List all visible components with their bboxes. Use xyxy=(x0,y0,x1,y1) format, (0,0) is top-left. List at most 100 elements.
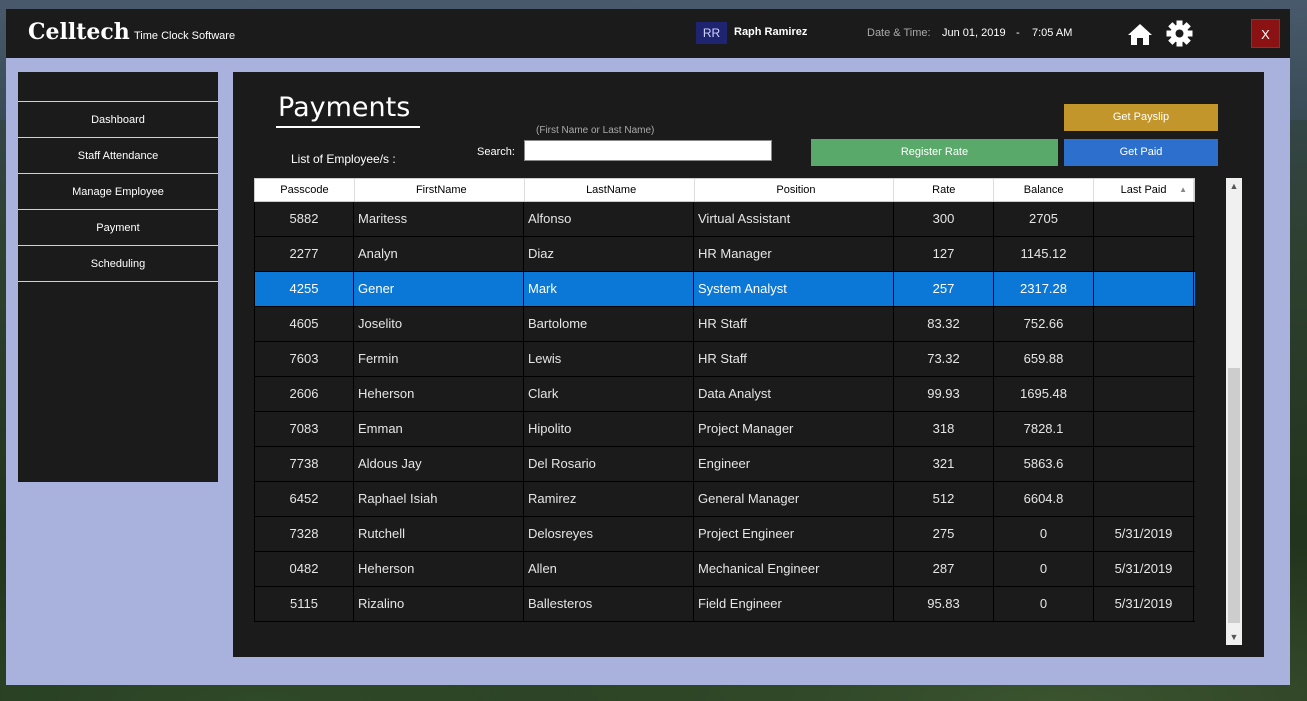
user-name: Raph Ramirez xyxy=(734,26,808,38)
cell-passcode: 2606 xyxy=(254,377,354,411)
brand-subtitle: Time Clock Software xyxy=(134,30,236,42)
cell-lastname: Alfonso xyxy=(524,202,694,236)
close-button[interactable]: X xyxy=(1251,19,1280,48)
table-row[interactable]: 7328 Rutchell Delosreyes Project Engineer 27… xyxy=(254,517,1195,552)
table-scrollbar[interactable]: ▲ ▼ xyxy=(1226,178,1242,645)
cell-position: HR Manager xyxy=(694,237,894,271)
sidebar-item-manage-employee[interactable]: Manage Employee xyxy=(18,174,218,210)
cell-lastname: Del Rosario xyxy=(524,447,694,481)
cell-last-paid xyxy=(1094,272,1194,306)
sidebar-item-dashboard[interactable]: Dashboard xyxy=(18,102,218,138)
cell-balance: 0 xyxy=(994,587,1094,621)
cell-balance: 659.88 xyxy=(994,342,1094,376)
cell-balance: 2317.28 xyxy=(994,272,1094,306)
cell-balance: 752.66 xyxy=(994,307,1094,341)
current-date: Jun 01, 2019 xyxy=(942,27,1006,39)
cell-passcode: 4605 xyxy=(254,307,354,341)
cell-position: Mechanical Engineer xyxy=(694,552,894,586)
table-body: 5882 Maritess Alfonso Virtual Assistant 300 2… xyxy=(254,202,1195,622)
table-row[interactable]: 4605 Joselito Bartolome HR Staff 83.32 752.66 xyxy=(254,307,1195,342)
column-header-rate[interactable]: Rate xyxy=(894,179,995,201)
cell-passcode: 6452 xyxy=(254,482,354,516)
table-row[interactable]: 4255 Gener Mark System Analyst 257 2317.28 xyxy=(254,272,1195,307)
cell-passcode: 7603 xyxy=(254,342,354,376)
cell-passcode: 5115 xyxy=(254,587,354,621)
table-header: Passcode FirstName LastName Position Rat… xyxy=(254,178,1195,202)
scrollbar-thumb[interactable] xyxy=(1228,368,1240,623)
cell-firstname: Rutchell xyxy=(354,517,524,551)
cell-lastname: Bartolome xyxy=(524,307,694,341)
title-underline xyxy=(276,126,420,128)
cell-passcode: 7328 xyxy=(254,517,354,551)
datetime-separator: - xyxy=(1016,27,1020,39)
cell-lastname: Clark xyxy=(524,377,694,411)
sidebar-item-payment[interactable]: Payment xyxy=(18,210,218,246)
cell-passcode: 2277 xyxy=(254,237,354,271)
search-input[interactable] xyxy=(524,140,772,161)
scroll-down-icon[interactable]: ▼ xyxy=(1226,629,1242,645)
cell-rate: 300 xyxy=(894,202,994,236)
home-icon[interactable] xyxy=(1127,22,1153,46)
sidebar: Dashboard Staff Attendance Manage Employ… xyxy=(18,72,218,482)
cell-lastname: Delosreyes xyxy=(524,517,694,551)
table-row[interactable]: 2277 Analyn Diaz HR Manager 127 1145.12 xyxy=(254,237,1195,272)
cell-lastname: Diaz xyxy=(524,237,694,271)
cell-firstname: Heherson xyxy=(354,377,524,411)
title-bar: Celltech Time Clock Software RR Raph Ram… xyxy=(6,9,1290,58)
table-row[interactable]: 6452 Raphael Isiah Ramirez General Manager 5… xyxy=(254,482,1195,517)
cell-firstname: Rizalino xyxy=(354,587,524,621)
table-row[interactable]: 2606 Heherson Clark Data Analyst 99.93 1695.4… xyxy=(254,377,1195,412)
brand-logo: Celltech xyxy=(28,19,130,45)
column-header-balance[interactable]: Balance xyxy=(994,179,1095,201)
cell-balance: 0 xyxy=(994,552,1094,586)
cell-lastname: Ramirez xyxy=(524,482,694,516)
cell-firstname: Aldous Jay xyxy=(354,447,524,481)
sidebar-item-scheduling[interactable]: Scheduling xyxy=(18,246,218,282)
table-row[interactable]: 7603 Fermin Lewis HR Staff 73.32 659.88 xyxy=(254,342,1195,377)
column-header-firstname[interactable]: FirstName xyxy=(355,179,525,201)
column-header-position[interactable]: Position xyxy=(695,179,895,201)
cell-firstname: Maritess xyxy=(354,202,524,236)
column-header-lastname[interactable]: LastName xyxy=(525,179,695,201)
employee-table: Passcode FirstName LastName Position Rat… xyxy=(254,178,1195,622)
cell-rate: 127 xyxy=(894,237,994,271)
cell-rate: 512 xyxy=(894,482,994,516)
column-header-passcode[interactable]: Passcode xyxy=(255,179,355,201)
cell-passcode: 5882 xyxy=(254,202,354,236)
cell-position: Field Engineer xyxy=(694,587,894,621)
cell-balance: 0 xyxy=(994,517,1094,551)
table-row[interactable]: 0482 Heherson Allen Mechanical Engineer 287 0… xyxy=(254,552,1195,587)
table-row[interactable]: 7083 Emman Hipolito Project Manager 318 7828.… xyxy=(254,412,1195,447)
cell-last-paid xyxy=(1094,202,1194,236)
table-row[interactable]: 5882 Maritess Alfonso Virtual Assistant 300 2… xyxy=(254,202,1195,237)
cell-last-paid xyxy=(1094,412,1194,446)
cell-rate: 257 xyxy=(894,272,994,306)
cell-last-paid xyxy=(1094,237,1194,271)
cell-rate: 275 xyxy=(894,517,994,551)
cell-rate: 318 xyxy=(894,412,994,446)
datetime-label: Date & Time: xyxy=(867,27,931,39)
cell-lastname: Lewis xyxy=(524,342,694,376)
cell-last-paid xyxy=(1094,307,1194,341)
sidebar-item-staff-attendance[interactable]: Staff Attendance xyxy=(18,138,218,174)
user-avatar[interactable]: RR xyxy=(696,22,727,44)
register-rate-button[interactable]: Register Rate xyxy=(811,139,1058,166)
scroll-up-icon[interactable]: ▲ xyxy=(1226,178,1242,194)
cell-position: General Manager xyxy=(694,482,894,516)
cell-last-paid xyxy=(1094,377,1194,411)
table-row[interactable]: 7738 Aldous Jay Del Rosario Engineer 321 5863… xyxy=(254,447,1195,482)
cell-firstname: Heherson xyxy=(354,552,524,586)
cell-position: System Analyst xyxy=(694,272,894,306)
get-paid-button[interactable]: Get Paid xyxy=(1064,139,1218,166)
get-payslip-button[interactable]: Get Payslip xyxy=(1064,104,1218,131)
cell-rate: 95.83 xyxy=(894,587,994,621)
cell-position: Project Manager xyxy=(694,412,894,446)
cell-firstname: Joselito xyxy=(354,307,524,341)
cell-position: Project Engineer xyxy=(694,517,894,551)
cell-rate: 83.32 xyxy=(894,307,994,341)
cell-last-paid: 5/31/2019 xyxy=(1094,587,1194,621)
column-header-last-paid[interactable]: Last Paid ▲ xyxy=(1094,179,1194,201)
gear-icon[interactable] xyxy=(1166,20,1193,47)
sidebar-spacer xyxy=(18,72,218,102)
table-row[interactable]: 5115 Rizalino Ballesteros Field Engineer 95.… xyxy=(254,587,1195,622)
